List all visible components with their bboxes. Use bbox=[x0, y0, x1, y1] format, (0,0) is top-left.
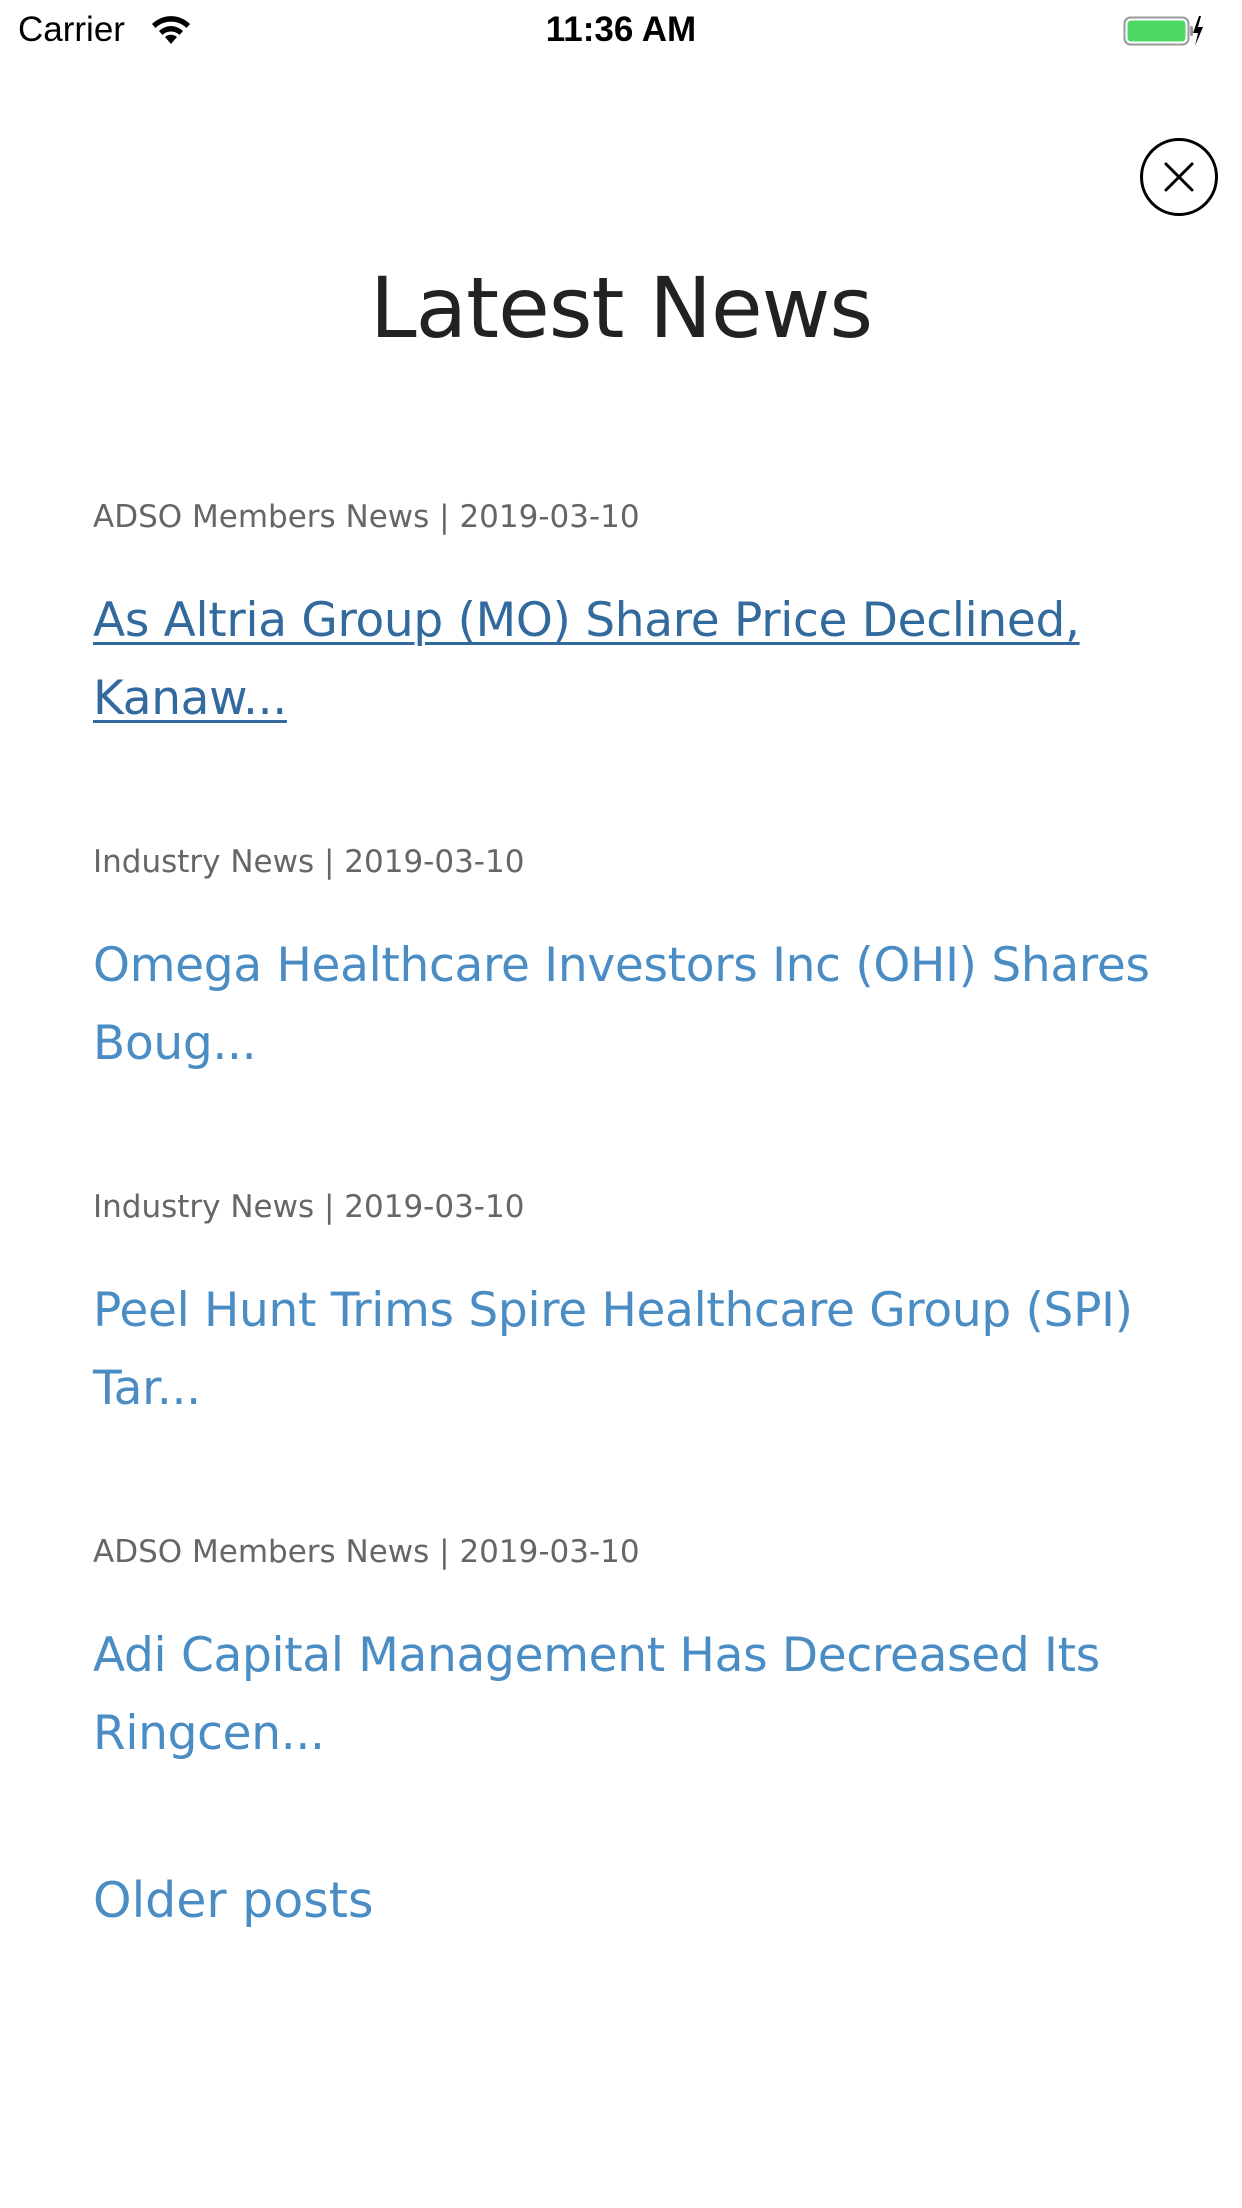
news-item: Industry News | 2019-03-10 Peel Hunt Tri… bbox=[93, 1182, 1173, 1527]
news-title-link[interactable]: Omega Healthcare Investors Inc (OHI) Sha… bbox=[93, 927, 1173, 1083]
battery-charging-icon bbox=[1123, 16, 1203, 46]
older-posts-link[interactable]: Older posts bbox=[93, 1866, 374, 1936]
news-item: Industry News | 2019-03-10 Omega Healthc… bbox=[93, 837, 1173, 1182]
news-meta: ADSO Members News | 2019-03-10 bbox=[93, 499, 640, 535]
news-item: ADSO Members News | 2019-03-10 Adi Capit… bbox=[93, 1527, 1173, 1872]
news-list: ADSO Members News | 2019-03-10 As Altria… bbox=[93, 492, 1173, 1872]
status-bar: Carrier 11:36 AM bbox=[0, 0, 1242, 62]
close-button[interactable] bbox=[1140, 138, 1218, 216]
status-time: 11:36 AM bbox=[545, 10, 697, 49]
news-meta: Industry News | 2019-03-10 bbox=[93, 844, 525, 880]
news-title-link[interactable]: Peel Hunt Trims Spire Healthcare Group (… bbox=[93, 1272, 1173, 1428]
news-meta: Industry News | 2019-03-10 bbox=[93, 1189, 525, 1225]
news-item: ADSO Members News | 2019-03-10 As Altria… bbox=[93, 492, 1173, 837]
news-title-link[interactable]: Adi Capital Management Has Decreased Its… bbox=[93, 1617, 1173, 1773]
news-title-link[interactable]: As Altria Group (MO) Share Price Decline… bbox=[93, 582, 1173, 738]
page-title: Latest News bbox=[369, 259, 873, 357]
news-meta: ADSO Members News | 2019-03-10 bbox=[93, 1534, 640, 1570]
close-icon bbox=[1164, 162, 1194, 192]
